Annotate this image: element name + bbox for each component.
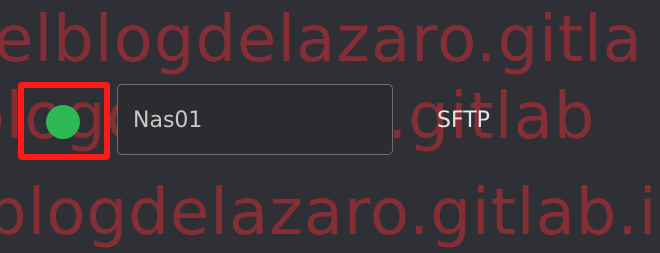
protocol-label: SFTP <box>437 108 490 133</box>
watermark-line: elblogdelazaro.gitla <box>0 3 643 77</box>
watermark-line: blogdelazaro.gitlab.io <box>0 176 660 250</box>
connection-row-screenshot: elblogdelazaro.gitla blogdelazaro.gitlab… <box>0 0 660 253</box>
highlight-box <box>18 82 110 160</box>
connection-name-value[interactable]: Nas01 <box>133 104 202 138</box>
